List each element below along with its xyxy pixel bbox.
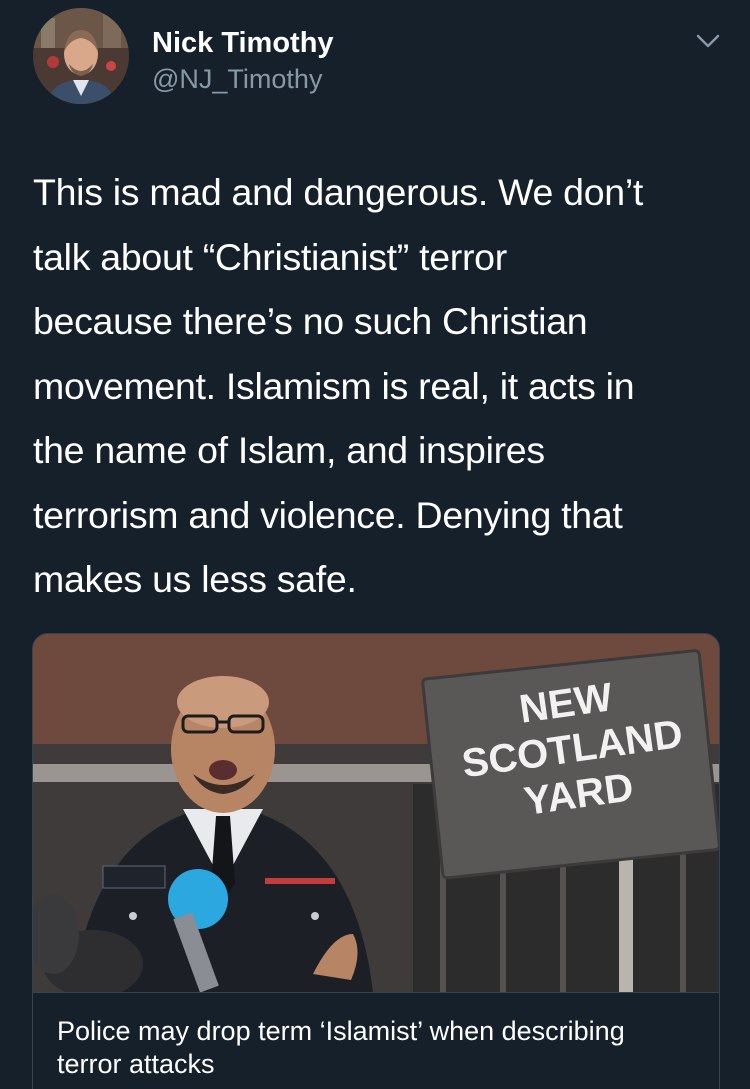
tweet-text-line: talk about “Christianist” terror: [33, 235, 507, 278]
link-card-title[interactable]: Police may drop term ‘Islamist’ when des…: [57, 1015, 695, 1081]
tweet-text-line: makes us less safe.: [33, 558, 357, 600]
chevron-down-icon[interactable]: [690, 26, 726, 56]
link-card[interactable]: NEW SCOTLAND YARD Police may drop term ‘…: [32, 633, 720, 1089]
author-handle[interactable]: @NJ_Timothy: [152, 63, 322, 95]
link-card-caption[interactable]: Police may drop term ‘Islamist’ when des…: [33, 992, 719, 1081]
tweet-text-line: This is mad and dangerous. We don’t: [33, 171, 643, 213]
tweet-text-line: terrorism and violence. Denying that: [33, 493, 623, 536]
avatar-photo: [33, 8, 129, 104]
avatar[interactable]: [33, 8, 129, 104]
tweet-text-line: the name of Islam, and inspires: [33, 429, 545, 471]
tweet-text-line: because there’s no such Christian: [33, 300, 588, 342]
link-card-image[interactable]: NEW SCOTLAND YARD: [33, 634, 719, 992]
tweet: Nick Timothy @NJ_Timothy This is mad and…: [0, 0, 750, 1089]
tweet-text-line: movement. Islamism is real, it acts in: [33, 364, 635, 407]
author-name[interactable]: Nick Timothy: [152, 26, 334, 60]
tweet-text: This is mad and dangerous. We don’t talk…: [33, 160, 723, 612]
